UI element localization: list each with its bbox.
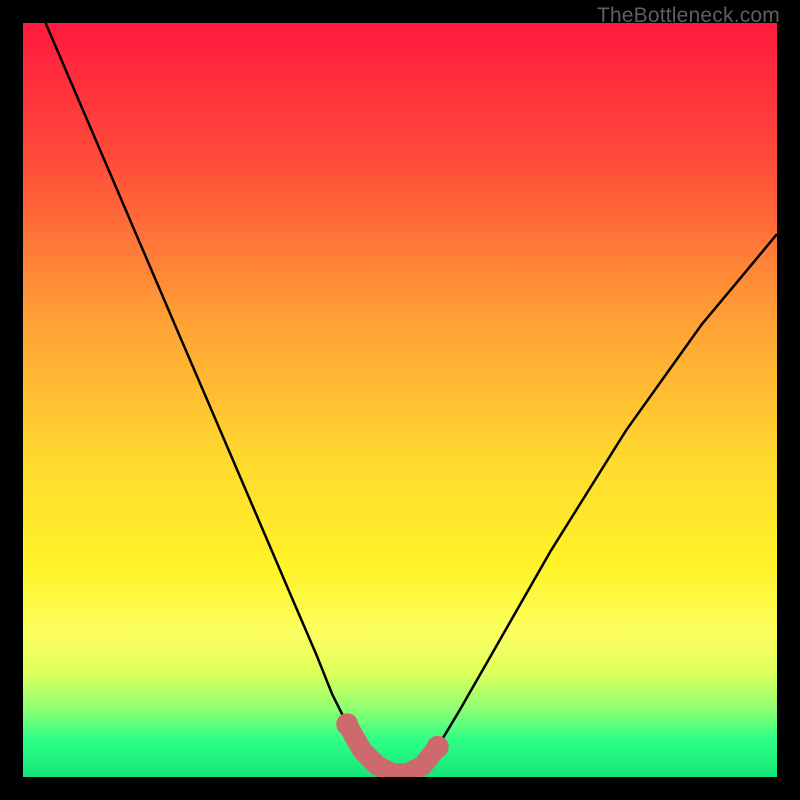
watermark-text: TheBottleneck.com bbox=[597, 4, 780, 28]
chart-frame: TheBottleneck.com bbox=[0, 0, 800, 800]
highlight-endpoint bbox=[427, 736, 449, 758]
gradient-background bbox=[23, 23, 777, 777]
highlight-endpoint bbox=[336, 713, 358, 735]
plot-area bbox=[23, 23, 777, 777]
bottleneck-chart bbox=[23, 23, 777, 777]
